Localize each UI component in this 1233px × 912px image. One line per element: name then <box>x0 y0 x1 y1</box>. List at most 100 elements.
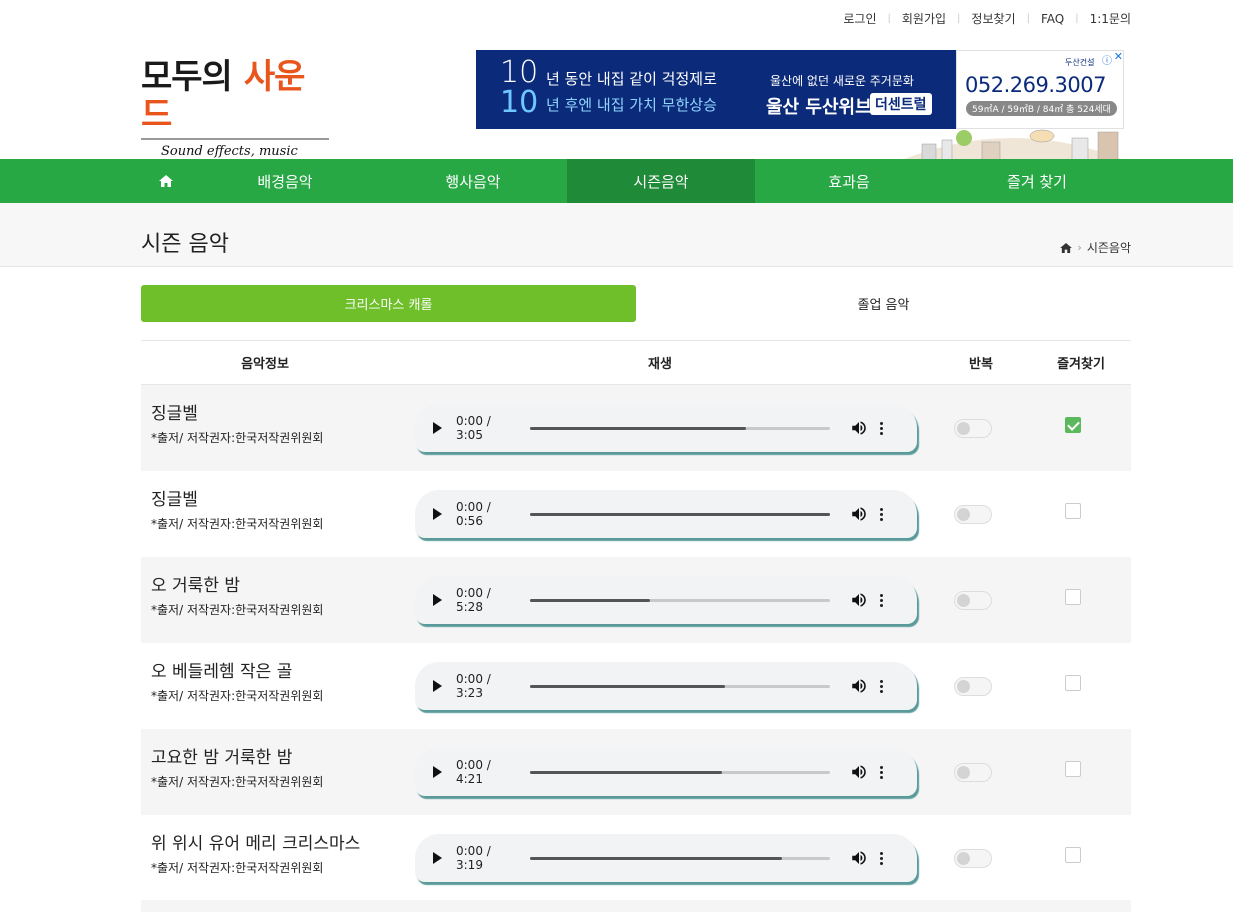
tab-christmas-carol[interactable]: 크리스마스 캐롤 <box>141 285 636 322</box>
time-display: 0:00 / 3:05 <box>456 414 491 442</box>
ad-phone: 052.269.3007 <box>965 73 1106 97</box>
favorite-checkbox[interactable] <box>1065 675 1081 691</box>
seek-bar[interactable] <box>530 598 830 602</box>
advertisement-banner[interactable]: 10 10 년 동안 내집 같이 걱정제로 년 후엔 내집 가치 무한상승 울산… <box>476 50 1124 160</box>
time-display: 0:00 / 3:23 <box>456 672 491 700</box>
seek-bar[interactable] <box>530 426 830 430</box>
ad-subtitle: 울산에 없던 새로운 주거문화 <box>770 74 914 88</box>
category-tabs: 크리스마스 캐롤 졸업 음악 <box>141 285 1131 322</box>
toggle-knob <box>957 508 970 521</box>
music-table: 음악정보 재생 반복 즐겨찾기 징글벨 *출저/ 저작권자:한국저작권위원회 0… <box>141 340 1131 901</box>
favorite-checkbox[interactable] <box>1065 503 1081 519</box>
table-row: 위 위시 유어 메리 크리스마스 *출저/ 저작권자:한국저작권위원회 0:00… <box>141 815 1131 901</box>
volume-icon[interactable] <box>850 849 868 867</box>
repeat-toggle[interactable] <box>954 677 992 696</box>
time-display: 0:00 / 0:56 <box>456 500 491 528</box>
ad-line1: 년 동안 내집 같이 걱정제로 <box>546 70 717 88</box>
volume-icon[interactable] <box>850 505 868 523</box>
time-display: 0:00 / 5:28 <box>456 586 491 614</box>
seek-bar[interactable] <box>530 684 830 688</box>
ad-info-icon[interactable]: ⓘ <box>1102 52 1112 67</box>
favorite-checkbox[interactable] <box>1065 417 1081 433</box>
breadcrumb: › 시즌음악 <box>1060 239 1131 256</box>
nav-sound-effects[interactable]: 효과음 <box>755 159 943 203</box>
header-play: 재생 <box>648 357 672 372</box>
track-source: *출저/ 저작권자:한국저작권위원회 <box>151 775 324 789</box>
track-name: 오 거룩한 밤 <box>151 576 241 596</box>
volume-icon[interactable] <box>850 763 868 781</box>
find-info-link[interactable]: 정보찾기 <box>960 10 1026 27</box>
nav-season-music[interactable]: 시즌음악 <box>567 159 755 203</box>
play-icon[interactable] <box>433 852 442 864</box>
seek-bar-buffered <box>530 684 725 688</box>
breadcrumb-current[interactable]: 시즌음악 <box>1087 239 1131 256</box>
seek-bar[interactable] <box>530 856 830 860</box>
header-repeat: 반복 <box>969 357 993 372</box>
table-row: 고요한 밤 거룩한 밤 *출저/ 저작권자:한국저작권위원회 0:00 / 4:… <box>141 729 1131 815</box>
repeat-toggle[interactable] <box>954 763 992 782</box>
audio-player: 0:00 / 0:56 <box>415 490 917 538</box>
volume-icon[interactable] <box>850 591 868 609</box>
ad-brand: 두산건설 <box>1065 58 1095 67</box>
seek-bar[interactable] <box>530 770 830 774</box>
top-utility-nav: 로그인 | 회원가입 | 정보찾기 | FAQ | 1:1문의 <box>832 10 1131 27</box>
home-icon[interactable] <box>1060 242 1073 253</box>
more-options-icon[interactable] <box>880 765 883 779</box>
track-info: 오 거룩한 밤 *출저/ 저작권자:한국저작권위원회 <box>151 575 323 618</box>
repeat-toggle[interactable] <box>954 419 992 438</box>
favorite-checkbox[interactable] <box>1065 589 1081 605</box>
repeat-toggle[interactable] <box>954 591 992 610</box>
seek-bar[interactable] <box>530 512 830 516</box>
track-name: 위 위시 유어 메리 크리스마스 <box>151 834 361 854</box>
repeat-toggle[interactable] <box>954 505 992 524</box>
login-link[interactable]: 로그인 <box>832 10 887 27</box>
play-icon[interactable] <box>433 594 442 606</box>
repeat-toggle[interactable] <box>954 849 992 868</box>
favorite-checkbox[interactable] <box>1065 761 1081 777</box>
more-options-icon[interactable] <box>880 851 883 865</box>
ad-phone-panel[interactable]: 두산건설 052.269.3007 59㎡A / 59㎡B / 84㎡ 총 52… <box>956 50 1124 129</box>
volume-icon[interactable] <box>850 419 868 437</box>
play-icon[interactable] <box>433 766 442 778</box>
track-name: 징글벨 <box>151 490 198 510</box>
track-info: 징글벨 *출저/ 저작권자:한국저작권위원회 <box>151 403 323 446</box>
more-options-icon[interactable] <box>880 679 883 693</box>
chevron-right-icon: › <box>1077 241 1082 254</box>
nav-event-music[interactable]: 행사음악 <box>379 159 567 203</box>
toggle-knob <box>957 852 970 865</box>
more-options-icon[interactable] <box>880 507 883 521</box>
seek-bar-buffered <box>530 770 722 774</box>
header-favorite: 즐겨찾기 <box>1057 357 1105 372</box>
track-source: *출저/ 저작권자:한국저작권위원회 <box>151 603 324 617</box>
ad-close-icon[interactable]: ✕ <box>1114 50 1123 63</box>
audio-player: 0:00 / 3:23 <box>415 662 917 710</box>
track-name: 징글벨 <box>151 404 198 424</box>
seek-bar-buffered <box>530 426 746 430</box>
nav-home[interactable] <box>141 159 191 203</box>
table-row: 오 베들레헴 작은 골 *출저/ 저작권자:한국저작권위원회 0:00 / 3:… <box>141 643 1131 729</box>
ad-main-panel[interactable]: 10 10 년 동안 내집 같이 걱정제로 년 후엔 내집 가치 무한상승 울산… <box>476 50 956 129</box>
track-source: *출저/ 저작권자:한국저작권위원회 <box>151 861 324 875</box>
inquiry-link[interactable]: 1:1문의 <box>1079 10 1131 27</box>
play-icon[interactable] <box>433 680 442 692</box>
logo-title-part1: 모두의 <box>141 57 233 97</box>
nav-favorites[interactable]: 즐겨 찾기 <box>943 159 1131 203</box>
faq-link[interactable]: FAQ <box>1030 12 1075 26</box>
nav-background-music[interactable]: 배경음악 <box>191 159 379 203</box>
next-row-partial <box>141 900 1131 912</box>
signup-link[interactable]: 회원가입 <box>891 10 957 27</box>
play-icon[interactable] <box>433 508 442 520</box>
tab-graduation-music[interactable]: 졸업 음악 <box>636 285 1131 322</box>
logo-underline <box>141 138 329 140</box>
ad-number-top: 10 <box>500 55 539 90</box>
play-icon[interactable] <box>433 422 442 434</box>
favorite-checkbox[interactable] <box>1065 847 1081 863</box>
ad-title: 울산 두산위브 <box>766 97 872 118</box>
more-options-icon[interactable] <box>880 421 883 435</box>
table-row: 징글벨 *출저/ 저작권자:한국저작권위원회 0:00 / 3:05 <box>141 385 1131 471</box>
toggle-knob <box>957 594 970 607</box>
more-options-icon[interactable] <box>880 593 883 607</box>
site-logo[interactable]: 모두의 사운드 Sound effects, music <box>141 57 331 159</box>
volume-icon[interactable] <box>850 677 868 695</box>
track-name: 오 베들레헴 작은 골 <box>151 662 293 682</box>
